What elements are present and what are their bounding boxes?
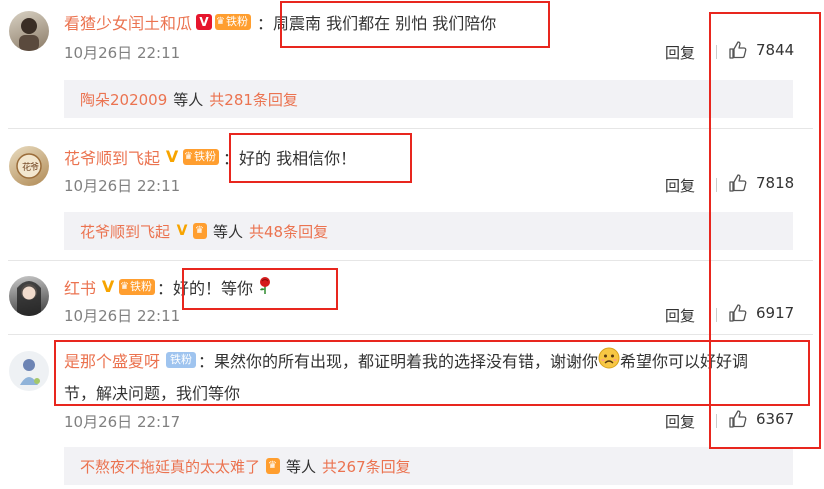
avatar[interactable] xyxy=(9,276,49,316)
highlight-box-comment-1 xyxy=(280,1,550,48)
sub-reply-user[interactable]: 花爷顺到飞起 xyxy=(80,221,170,242)
crown-icon: ♛ xyxy=(195,225,204,236)
sub-replies[interactable]: 陶朵202009 等人 共281条回复 xyxy=(64,80,793,118)
reply-button[interactable]: 回复 xyxy=(665,411,695,432)
v-verified-icon: V xyxy=(176,223,188,239)
fan-badge: ♛ 铁粉 xyxy=(119,279,155,295)
avatar[interactable] xyxy=(9,11,49,51)
timestamp: 10月26日 22:17 xyxy=(64,413,181,431)
sub-replies[interactable]: 不熬夜不拖延真的太太难了 ♛ 等人 共267条回复 xyxy=(64,447,793,485)
crown-icon: ♛ xyxy=(120,281,129,292)
username[interactable]: 看猹少女闰土和瓜 xyxy=(64,10,192,34)
highlight-box-likes xyxy=(709,12,821,449)
sub-replies[interactable]: 花爷顺到飞起 V ♛ 等人 共48条回复 xyxy=(64,212,793,250)
highlight-box-comment-2 xyxy=(229,133,412,183)
avatar[interactable] xyxy=(9,351,49,391)
highlight-box-comment-3 xyxy=(182,268,338,310)
crown-badge: ♛ xyxy=(266,458,280,474)
username[interactable]: 花爷顺到飞起 xyxy=(64,145,160,169)
divider xyxy=(8,334,813,335)
v-verified-icon: V xyxy=(101,277,115,296)
crown-icon: ♛ xyxy=(268,460,277,471)
fan-badge: ♛ 铁粉 xyxy=(215,14,251,30)
sub-reply-user[interactable]: 不熬夜不拖延真的太太难了 xyxy=(80,456,260,477)
svg-text:爷: 爷 xyxy=(30,161,39,173)
sub-reply-count[interactable]: 共48条回复 xyxy=(249,221,328,242)
divider xyxy=(8,260,813,261)
fan-badge-label: 铁粉 xyxy=(129,280,152,293)
sub-reply-count[interactable]: 共267条回复 xyxy=(322,456,411,477)
fan-badge: ♛ 铁粉 xyxy=(183,149,219,165)
sub-reply-etc: 等人 xyxy=(285,457,316,476)
reply-button[interactable]: 回复 xyxy=(665,175,695,196)
sub-reply-user[interactable]: 陶朵202009 xyxy=(80,89,167,110)
fan-badge-label: 铁粉 xyxy=(193,150,216,163)
sub-reply-count[interactable]: 共281条回复 xyxy=(209,89,298,110)
crown-icon: ♛ xyxy=(216,16,225,27)
reply-button[interactable]: 回复 xyxy=(665,42,695,63)
crown-icon: ♛ xyxy=(184,151,193,162)
v-verified-icon: V xyxy=(165,147,179,166)
sub-reply-etc: 等人 xyxy=(212,222,243,241)
v-verified-icon: V xyxy=(196,14,213,30)
reply-button[interactable]: 回复 xyxy=(665,305,695,326)
timestamp: 10月26日 22:11 xyxy=(64,44,181,62)
timestamp: 10月26日 22:11 xyxy=(64,177,181,195)
username[interactable]: 红书 xyxy=(64,275,96,299)
sub-reply-etc: 等人 xyxy=(173,90,204,109)
avatar[interactable]: 花爷 xyxy=(9,146,49,186)
timestamp: 10月26日 22:11 xyxy=(64,307,181,325)
highlight-box-comment-4 xyxy=(54,340,810,406)
crown-badge: ♛ xyxy=(193,223,207,239)
divider xyxy=(8,128,813,129)
fan-badge-label: 铁粉 xyxy=(225,15,248,28)
